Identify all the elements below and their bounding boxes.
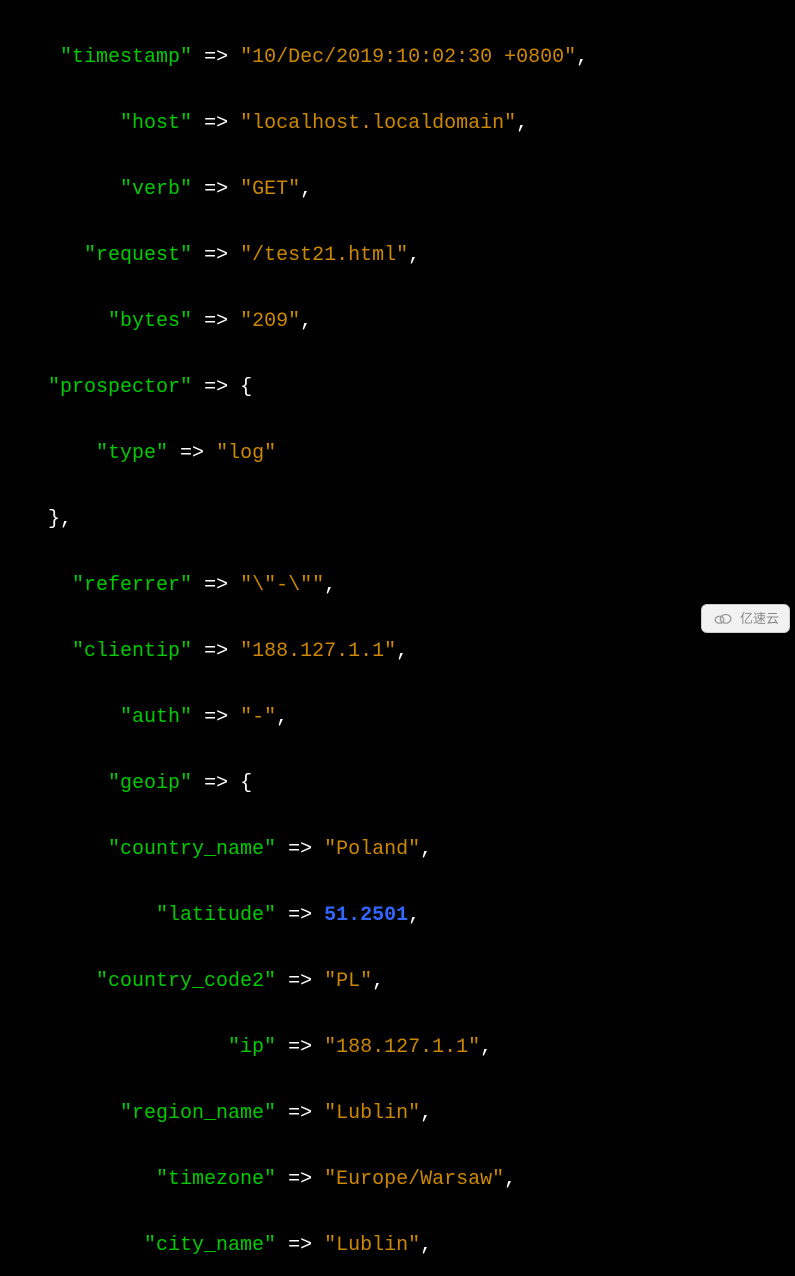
comma: , xyxy=(576,46,588,69)
comma: , xyxy=(420,1234,432,1257)
comma: , xyxy=(408,244,420,267)
arrow-operator: => xyxy=(288,904,312,927)
code-line: "clientip" => "188.127.1.1", xyxy=(0,635,795,668)
log-key-verb: "verb" xyxy=(120,178,192,201)
arrow-operator: => xyxy=(204,376,228,399)
code-line: "country_code2" => "PL", xyxy=(0,965,795,998)
arrow-operator: => xyxy=(204,310,228,333)
arrow-operator: => xyxy=(204,640,228,663)
code-line: "host" => "localhost.localdomain", xyxy=(0,107,795,140)
log-key-bytes: "bytes" xyxy=(108,310,192,333)
open-brace: { xyxy=(240,772,252,795)
log-key-timestamp: "timestamp" xyxy=(60,46,192,69)
code-line: "country_name" => "Poland", xyxy=(0,833,795,866)
log-key-prospector: "prospector" xyxy=(48,376,192,399)
log-value-referrer: "\"-\"" xyxy=(240,574,324,597)
arrow-operator: => xyxy=(288,970,312,993)
comma: , xyxy=(60,508,72,531)
log-value-ip: "188.127.1.1" xyxy=(324,1036,480,1059)
close-brace: } xyxy=(48,508,60,531)
log-key-request: "request" xyxy=(84,244,192,267)
log-key-clientip: "clientip" xyxy=(72,640,192,663)
log-key-city_name: "city_name" xyxy=(144,1234,276,1257)
code-line: }, xyxy=(0,503,795,536)
code-line: "geoip" => { xyxy=(0,767,795,800)
code-line: "referrer" => "\"-\"", xyxy=(0,569,795,602)
comma: , xyxy=(480,1036,492,1059)
watermark-badge: 亿速云 xyxy=(701,604,790,633)
arrow-operator: => xyxy=(180,442,204,465)
arrow-operator: => xyxy=(204,706,228,729)
log-key-host: "host" xyxy=(120,112,192,135)
log-value-verb: "GET" xyxy=(240,178,300,201)
open-brace: { xyxy=(240,376,252,399)
arrow-operator: => xyxy=(204,112,228,135)
comma: , xyxy=(300,178,312,201)
code-line: "auth" => "-", xyxy=(0,701,795,734)
code-line: "verb" => "GET", xyxy=(0,173,795,206)
arrow-operator: => xyxy=(288,1168,312,1191)
arrow-operator: => xyxy=(288,1234,312,1257)
code-line: "latitude" => 51.2501, xyxy=(0,899,795,932)
arrow-operator: => xyxy=(204,46,228,69)
arrow-operator: => xyxy=(204,244,228,267)
log-value-country_name: "Poland" xyxy=(324,838,420,861)
code-line: "timestamp" => "10/Dec/2019:10:02:30 +08… xyxy=(0,41,795,74)
log-key-ip: "ip" xyxy=(228,1036,276,1059)
code-line: "timezone" => "Europe/Warsaw", xyxy=(0,1163,795,1196)
comma: , xyxy=(504,1168,516,1191)
watermark-text: 亿速云 xyxy=(740,608,779,629)
log-value-auth: "-" xyxy=(240,706,276,729)
comma: , xyxy=(276,706,288,729)
comma: , xyxy=(396,640,408,663)
log-value-city_name: "Lublin" xyxy=(324,1234,420,1257)
code-line: "ip" => "188.127.1.1", xyxy=(0,1031,795,1064)
log-value-request: "/test21.html" xyxy=(240,244,408,267)
code-line: "prospector" => { xyxy=(0,371,795,404)
code-line: "request" => "/test21.html", xyxy=(0,239,795,272)
log-value-clientip: "188.127.1.1" xyxy=(240,640,396,663)
code-line: "type" => "log" xyxy=(0,437,795,470)
arrow-operator: => xyxy=(204,178,228,201)
comma: , xyxy=(420,1102,432,1125)
log-key-region_name: "region_name" xyxy=(120,1102,276,1125)
arrow-operator: => xyxy=(288,838,312,861)
code-line: "region_name" => "Lublin", xyxy=(0,1097,795,1130)
log-key-referrer: "referrer" xyxy=(72,574,192,597)
log-value-type: "log" xyxy=(216,442,276,465)
arrow-operator: => xyxy=(204,574,228,597)
log-key-country_name: "country_name" xyxy=(108,838,276,861)
log-key-country_code2: "country_code2" xyxy=(96,970,276,993)
log-value-timezone: "Europe/Warsaw" xyxy=(324,1168,504,1191)
arrow-operator: => xyxy=(288,1102,312,1125)
log-key-geoip: "geoip" xyxy=(108,772,192,795)
log-value-timestamp: "10/Dec/2019:10:02:30 +0800" xyxy=(240,46,576,69)
comma: , xyxy=(516,112,528,135)
comma: , xyxy=(408,904,420,927)
comma: , xyxy=(372,970,384,993)
log-key-latitude: "latitude" xyxy=(156,904,276,927)
cloud-icon xyxy=(712,611,734,625)
log-value-region_name: "Lublin" xyxy=(324,1102,420,1125)
code-line: "city_name" => "Lublin", xyxy=(0,1229,795,1262)
log-key-timezone: "timezone" xyxy=(156,1168,276,1191)
code-line: "bytes" => "209", xyxy=(0,305,795,338)
code-output: "timestamp" => "10/Dec/2019:10:02:30 +08… xyxy=(0,0,795,1276)
arrow-operator: => xyxy=(288,1036,312,1059)
log-value-latitude: 51.2501 xyxy=(324,904,408,927)
log-value-country_code2: "PL" xyxy=(324,970,372,993)
log-key-type: "type" xyxy=(96,442,168,465)
log-key-auth: "auth" xyxy=(120,706,192,729)
comma: , xyxy=(300,310,312,333)
log-value-host: "localhost.localdomain" xyxy=(240,112,516,135)
comma: , xyxy=(324,574,336,597)
log-value-bytes: "209" xyxy=(240,310,300,333)
arrow-operator: => xyxy=(204,772,228,795)
comma: , xyxy=(420,838,432,861)
